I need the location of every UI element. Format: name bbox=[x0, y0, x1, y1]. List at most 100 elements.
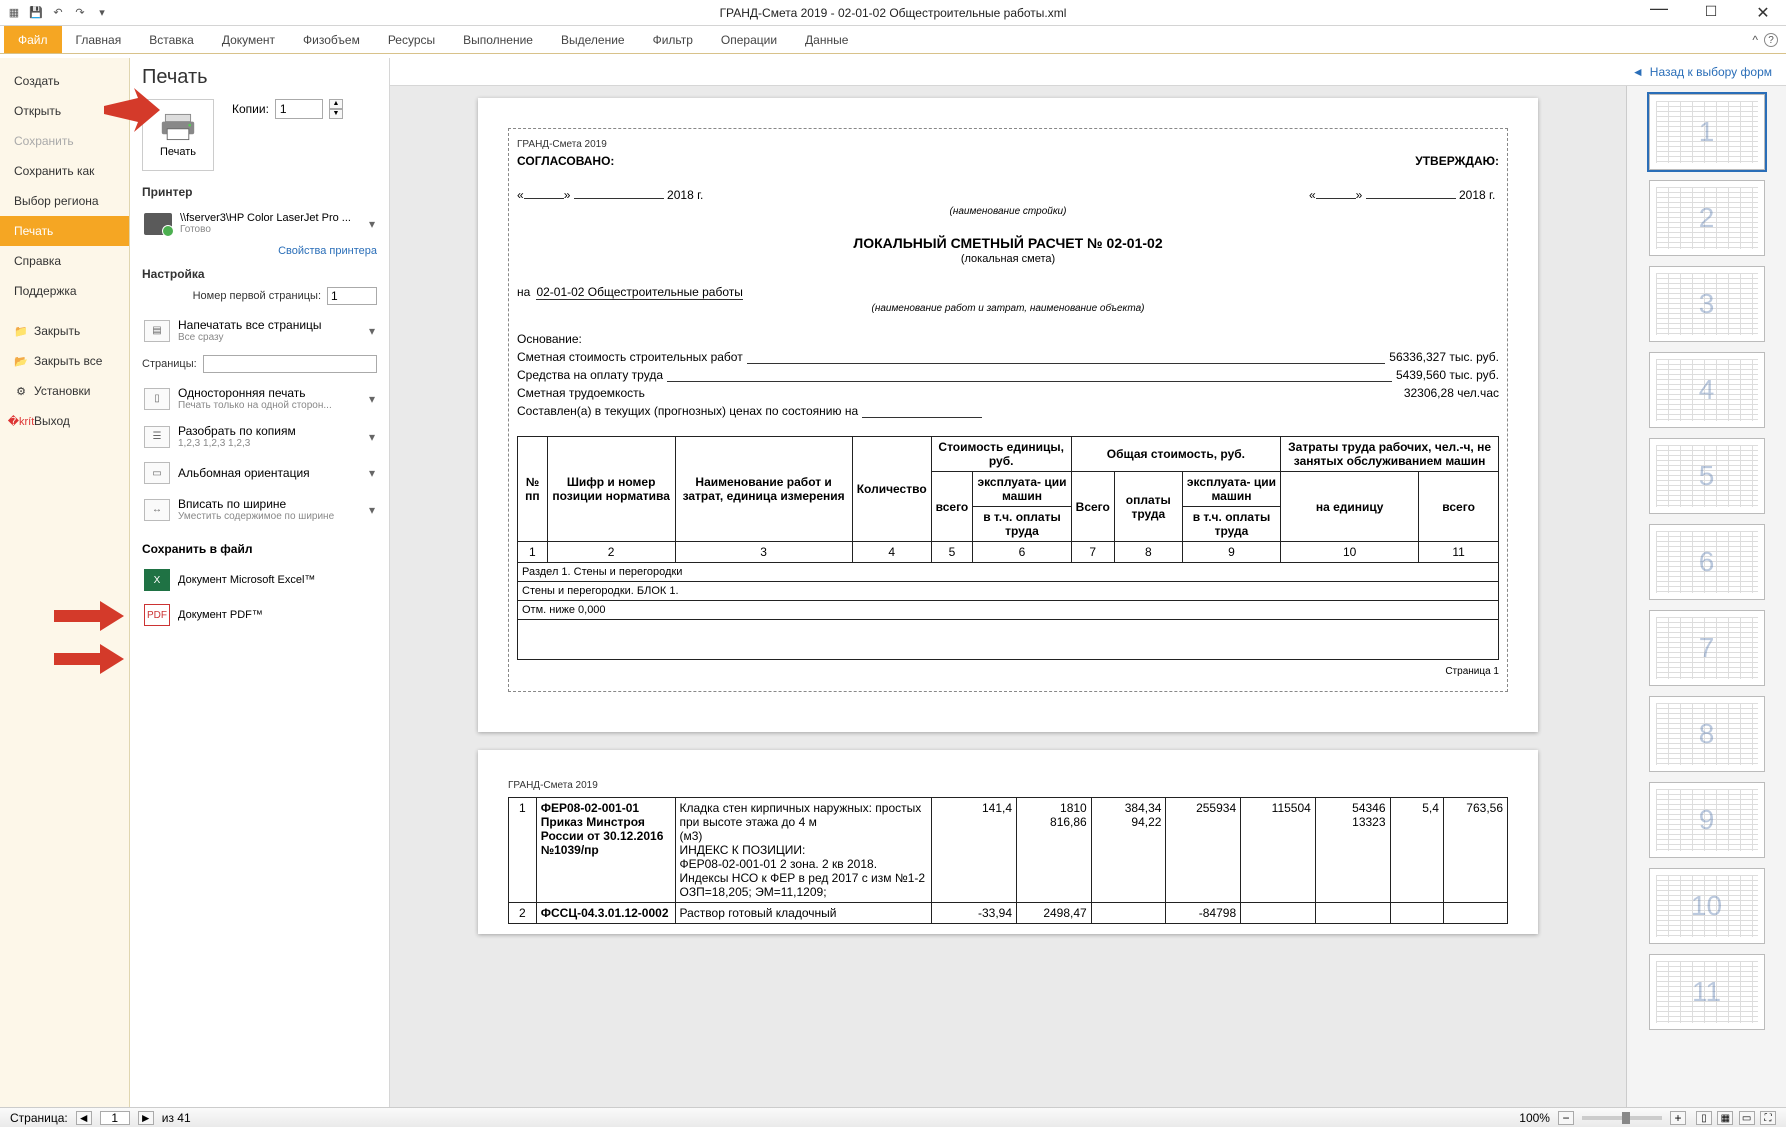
ribbon-tabs: Файл Главная Вставка Документ Физобъем Р… bbox=[0, 26, 1786, 54]
status-bar: Страница: ◄ ► из 41 100% − + ▯ ▦ ▭ ⛶ bbox=[0, 1107, 1786, 1127]
page-number-input[interactable] bbox=[100, 1111, 130, 1125]
annotation-arrow bbox=[54, 601, 124, 631]
chevron-down-icon: ▾ bbox=[369, 466, 375, 480]
thumbnail[interactable]: 2 bbox=[1649, 180, 1765, 256]
copies-up[interactable]: ▲ bbox=[329, 99, 343, 109]
thumbnail[interactable]: 4 bbox=[1649, 352, 1765, 428]
tab-resources[interactable]: Ресурсы bbox=[374, 26, 449, 53]
view-fit[interactable]: ▭ bbox=[1739, 1111, 1755, 1125]
tab-data[interactable]: Данные bbox=[791, 26, 862, 53]
landscape-icon: ▭ bbox=[144, 462, 170, 484]
redo-icon[interactable]: ↷ bbox=[72, 5, 88, 21]
tab-selection[interactable]: Выделение bbox=[547, 26, 639, 53]
menu-save-as[interactable]: Сохранить как bbox=[0, 156, 129, 186]
thumbnail[interactable]: 6 bbox=[1649, 524, 1765, 600]
thumbnail[interactable]: 11 bbox=[1649, 954, 1765, 1030]
first-page-label: Номер первой страницы: bbox=[193, 290, 321, 302]
thumbnail[interactable]: 7 bbox=[1649, 610, 1765, 686]
zoom-slider[interactable] bbox=[1582, 1116, 1662, 1120]
menu-settings[interactable]: ⚙Установки bbox=[0, 376, 129, 406]
thumbnail[interactable]: 8 bbox=[1649, 696, 1765, 772]
thumbnail[interactable]: 9 bbox=[1649, 782, 1765, 858]
thumbnail[interactable]: 1 bbox=[1649, 94, 1765, 170]
thumbnail[interactable]: 3 bbox=[1649, 266, 1765, 342]
opt-collate[interactable]: ☰ Разобрать по копиям1,2,3 1,2,3 1,2,3 ▾ bbox=[142, 417, 377, 455]
view-one-page[interactable]: ▯ bbox=[1696, 1111, 1712, 1125]
ribbon-help-icon[interactable]: ? bbox=[1764, 33, 1778, 47]
back-to-forms-link[interactable]: Назад к выбору форм bbox=[1650, 65, 1772, 79]
zoom-in-button[interactable]: + bbox=[1670, 1111, 1686, 1125]
tab-document[interactable]: Документ bbox=[208, 26, 289, 53]
printer-icon bbox=[160, 112, 196, 142]
copies-down[interactable]: ▼ bbox=[329, 109, 343, 119]
preview-scroll[interactable]: ГРАНД-Смета 2019 СОГЛАСОВАНО: УТВЕРЖДАЮ:… bbox=[390, 86, 1626, 1107]
doc-build-name: (наименование стройки) bbox=[517, 206, 1499, 217]
file-menu: Создать Открыть Сохранить Сохранить как … bbox=[0, 58, 130, 1107]
tab-volume[interactable]: Физобъем bbox=[289, 26, 374, 53]
tab-home[interactable]: Главная bbox=[62, 26, 136, 53]
title-bar: ▦ 💾 ↶ ↷ ▾ ГРАНД-Смета 2019 - 02-01-02 Об… bbox=[0, 0, 1786, 26]
annotation-arrow bbox=[104, 88, 160, 138]
page-prev-button[interactable]: ◄ bbox=[76, 1111, 92, 1125]
doc-title: ЛОКАЛЬНЫЙ СМЕТНЫЙ РАСЧЕТ № 02-01-02 bbox=[517, 235, 1499, 251]
print-preview: ◄ Назад к выбору форм ГРАНД-Смета 2019 С… bbox=[390, 58, 1786, 1107]
doc-brand: ГРАНД-Смета 2019 bbox=[517, 139, 1499, 150]
ribbon-collapse-icon[interactable]: ^ bbox=[1752, 33, 1758, 47]
save-excel-button[interactable]: X Документ Microsoft Excel™ bbox=[142, 562, 377, 597]
qat-more-icon[interactable]: ▾ bbox=[94, 5, 110, 21]
chevron-down-icon: ▾ bbox=[369, 392, 375, 406]
chevron-down-icon: ▾ bbox=[369, 324, 375, 338]
window-title: ГРАНД-Смета 2019 - 02-01-02 Общестроител… bbox=[0, 6, 1786, 20]
view-full[interactable]: ⛶ bbox=[1760, 1111, 1776, 1125]
printer-status-icon bbox=[144, 213, 172, 235]
tab-operations[interactable]: Операции bbox=[707, 26, 791, 53]
first-page-input[interactable] bbox=[327, 287, 377, 305]
opt-print-all[interactable]: ▤ Напечатать все страницыВсе сразу ▾ bbox=[142, 311, 377, 349]
quick-access-toolbar: ▦ 💾 ↶ ↷ ▾ bbox=[6, 5, 110, 21]
thumbnail[interactable]: 5 bbox=[1649, 438, 1765, 514]
menu-support[interactable]: Поддержка bbox=[0, 276, 129, 306]
page-next-button[interactable]: ► bbox=[138, 1111, 154, 1125]
copies-input[interactable] bbox=[275, 99, 323, 119]
maximize-button[interactable]: ☐ bbox=[1694, 3, 1728, 23]
back-icon: ◄ bbox=[1632, 65, 1644, 79]
opt-one-side[interactable]: ▯ Односторонняя печатьПечать только на о… bbox=[142, 379, 377, 417]
pages-input[interactable] bbox=[203, 355, 377, 373]
printer-section: Принтер bbox=[142, 185, 377, 199]
tab-file[interactable]: Файл bbox=[4, 26, 62, 53]
collate-icon: ☰ bbox=[144, 426, 170, 448]
tab-execution[interactable]: Выполнение bbox=[449, 26, 547, 53]
menu-region[interactable]: Выбор региона bbox=[0, 186, 129, 216]
printer-properties-link[interactable]: Свойства принтера bbox=[142, 245, 377, 257]
minimize-button[interactable]: — bbox=[1642, 3, 1676, 23]
annotation-arrow bbox=[54, 644, 124, 674]
preview-toolbar: ◄ Назад к выбору форм bbox=[390, 58, 1786, 86]
opt-fit-width[interactable]: ↔ Вписать по ширинеУместить содержимое п… bbox=[142, 490, 377, 528]
print-title: Печать bbox=[142, 66, 377, 89]
tab-insert[interactable]: Вставка bbox=[135, 26, 208, 53]
tab-filter[interactable]: Фильтр bbox=[639, 26, 707, 53]
preview-page-1: ГРАНД-Смета 2019 СОГЛАСОВАНО: УТВЕРЖДАЮ:… bbox=[478, 98, 1538, 732]
save-pdf-button[interactable]: PDF Документ PDF™ bbox=[142, 597, 377, 632]
menu-exit[interactable]: �krítВыход bbox=[0, 406, 129, 436]
save-file-section: Сохранить в файл bbox=[142, 542, 377, 556]
undo-icon[interactable]: ↶ bbox=[50, 5, 66, 21]
menu-help[interactable]: Справка bbox=[0, 246, 129, 276]
printer-select[interactable]: \\fserver3\HP Color LaserJet Pro ... Гот… bbox=[142, 205, 377, 241]
doc-subtitle: (локальная смета) bbox=[517, 253, 1499, 265]
save-qat-icon[interactable]: 💾 bbox=[28, 5, 44, 21]
close-button[interactable]: ✕ bbox=[1746, 3, 1780, 23]
thumbnail[interactable]: 10 bbox=[1649, 868, 1765, 944]
view-multi-page[interactable]: ▦ bbox=[1717, 1111, 1733, 1125]
folder-icon: 📁 bbox=[14, 324, 28, 338]
estimate-table: № пп Шифр и номер позиции норматива Наим… bbox=[517, 436, 1499, 660]
menu-print[interactable]: Печать bbox=[0, 216, 129, 246]
zoom-label: 100% bbox=[1519, 1111, 1550, 1125]
doc-agree: СОГЛАСОВАНО: bbox=[517, 154, 614, 168]
menu-close-all[interactable]: 📂Закрыть все bbox=[0, 346, 129, 376]
excel-icon: X bbox=[144, 569, 170, 591]
zoom-out-button[interactable]: − bbox=[1558, 1111, 1574, 1125]
menu-close[interactable]: 📁Закрыть bbox=[0, 316, 129, 346]
opt-orientation[interactable]: ▭ Альбомная ориентация ▾ bbox=[142, 455, 377, 490]
page-thumbnails[interactable]: 1 2 3 4 5 6 7 8 9 10 11 bbox=[1626, 86, 1786, 1107]
